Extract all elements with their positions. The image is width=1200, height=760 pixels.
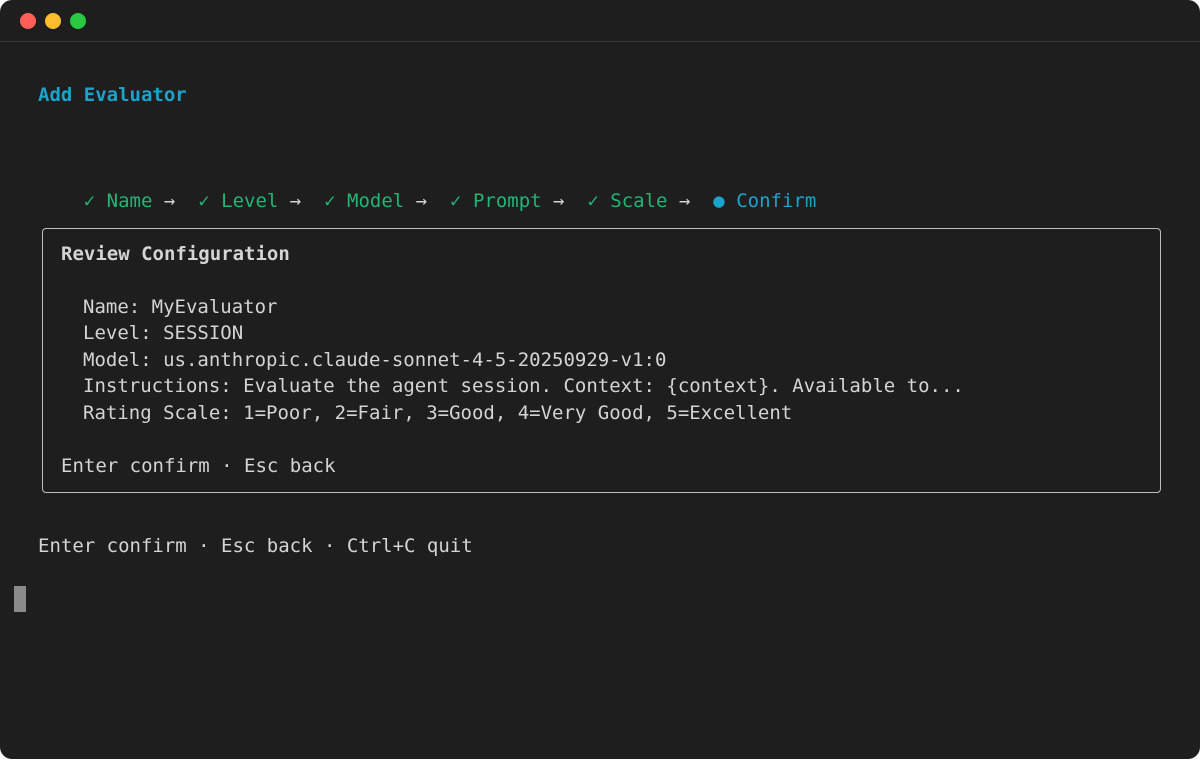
field-model: Model: us.anthropic.claude-sonnet-4-5-20… xyxy=(83,347,666,373)
step-label: Model xyxy=(347,190,405,212)
step-confirm: ● Confirm xyxy=(713,190,816,212)
step-label: Prompt xyxy=(472,190,542,212)
check-icon: ✓ xyxy=(324,190,336,212)
page-title: Add Evaluator xyxy=(38,84,187,106)
current-step-dot-icon: ● xyxy=(713,190,725,212)
terminal-window: Add Evaluator ✓ Name → ✓ Level → ✓ Model… xyxy=(0,0,1200,759)
step-scale: ✓ Scale xyxy=(587,190,667,212)
review-heading: Review Configuration xyxy=(61,243,290,265)
field-label: Name: xyxy=(83,296,141,318)
arrow-right-icon: → xyxy=(678,190,691,212)
field-label: Rating Scale: xyxy=(83,402,232,424)
check-icon: ✓ xyxy=(450,190,462,212)
terminal-cursor xyxy=(14,586,26,612)
review-panel: Review Configuration Name: MyEvaluator L… xyxy=(42,228,1161,493)
step-label: Name xyxy=(106,190,153,212)
field-value: 1=Poor, 2=Fair, 3=Good, 4=Very Good, 5=E… xyxy=(243,402,793,424)
review-key-hint: Enter confirm · Esc back xyxy=(61,455,336,477)
minimize-window-button[interactable] xyxy=(45,13,61,29)
field-value: Evaluate the agent session. Context: {co… xyxy=(243,375,964,397)
step-label: Scale xyxy=(610,190,668,212)
step-label: Confirm xyxy=(736,190,817,212)
arrow-right-icon: → xyxy=(163,190,176,212)
key-hint-footer: Enter confirm · Esc back · Ctrl+C quit xyxy=(38,535,473,557)
field-value: MyEvaluator xyxy=(151,296,278,318)
arrow-right-icon: → xyxy=(553,190,565,212)
field-label: Instructions: xyxy=(83,375,232,397)
step-level: ✓ Level xyxy=(198,190,278,212)
check-icon: ✓ xyxy=(83,190,96,212)
arrow-right-icon: → xyxy=(415,190,428,212)
step-label: Level xyxy=(221,190,279,212)
field-name: Name: MyEvaluator xyxy=(83,294,278,320)
field-instructions: Instructions: Evaluate the agent session… xyxy=(83,373,964,399)
title-bar xyxy=(0,0,1200,42)
maximize-window-button[interactable] xyxy=(70,13,86,29)
field-level: Level: SESSION xyxy=(83,320,243,346)
step-prompt: ✓ Prompt xyxy=(450,190,542,212)
field-rating-scale: Rating Scale: 1=Poor, 2=Fair, 3=Good, 4=… xyxy=(83,400,792,426)
field-value: us.anthropic.claude-sonnet-4-5-20250929-… xyxy=(163,349,667,371)
arrow-right-icon: → xyxy=(289,190,302,212)
field-label: Level: xyxy=(83,322,152,344)
step-name: ✓ Name xyxy=(84,190,153,212)
step-model: ✓ Model xyxy=(324,190,404,212)
field-label: Model: xyxy=(83,349,152,371)
field-value: SESSION xyxy=(163,322,244,344)
check-icon: ✓ xyxy=(587,190,599,212)
check-icon: ✓ xyxy=(198,190,210,212)
close-window-button[interactable] xyxy=(20,13,36,29)
